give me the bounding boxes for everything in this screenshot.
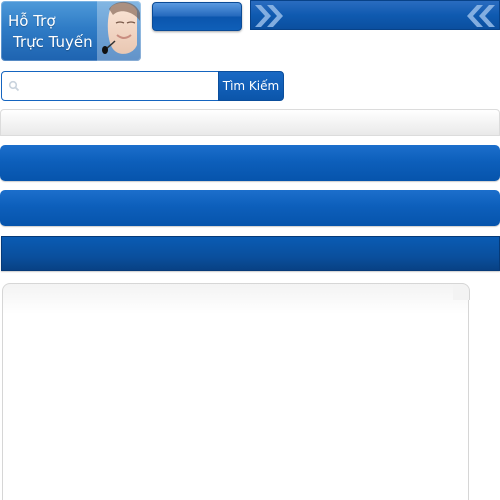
support-text: Hỗ Trợ Trực Tuyến (8, 11, 93, 53)
search-input[interactable] (1, 71, 219, 101)
search-icon (8, 80, 20, 92)
top-nav-button[interactable] (152, 2, 242, 31)
content-panel-corner-tab (453, 283, 470, 300)
page: Hỗ Trợ Trực Tuyến Tìm Kiếm (0, 0, 500, 500)
chevron-right-icon (255, 5, 283, 27)
operator-headset-icon (97, 1, 141, 61)
blue-menu-bar-3[interactable] (1, 236, 500, 271)
content-panel (2, 283, 469, 500)
light-menu-bar (0, 109, 500, 136)
blue-menu-bar-1[interactable] (0, 145, 500, 181)
support-line-1: Hỗ Trợ (8, 12, 56, 30)
online-support-banner[interactable]: Hỗ Trợ Trực Tuyến (1, 1, 141, 61)
support-line-2: Trực Tuyến (13, 33, 93, 51)
blue-menu-bar-2[interactable] (0, 190, 500, 226)
chevron-left-icon (467, 5, 495, 27)
header-chevron-bar (250, 0, 500, 30)
search-button[interactable]: Tìm Kiếm (218, 71, 284, 101)
